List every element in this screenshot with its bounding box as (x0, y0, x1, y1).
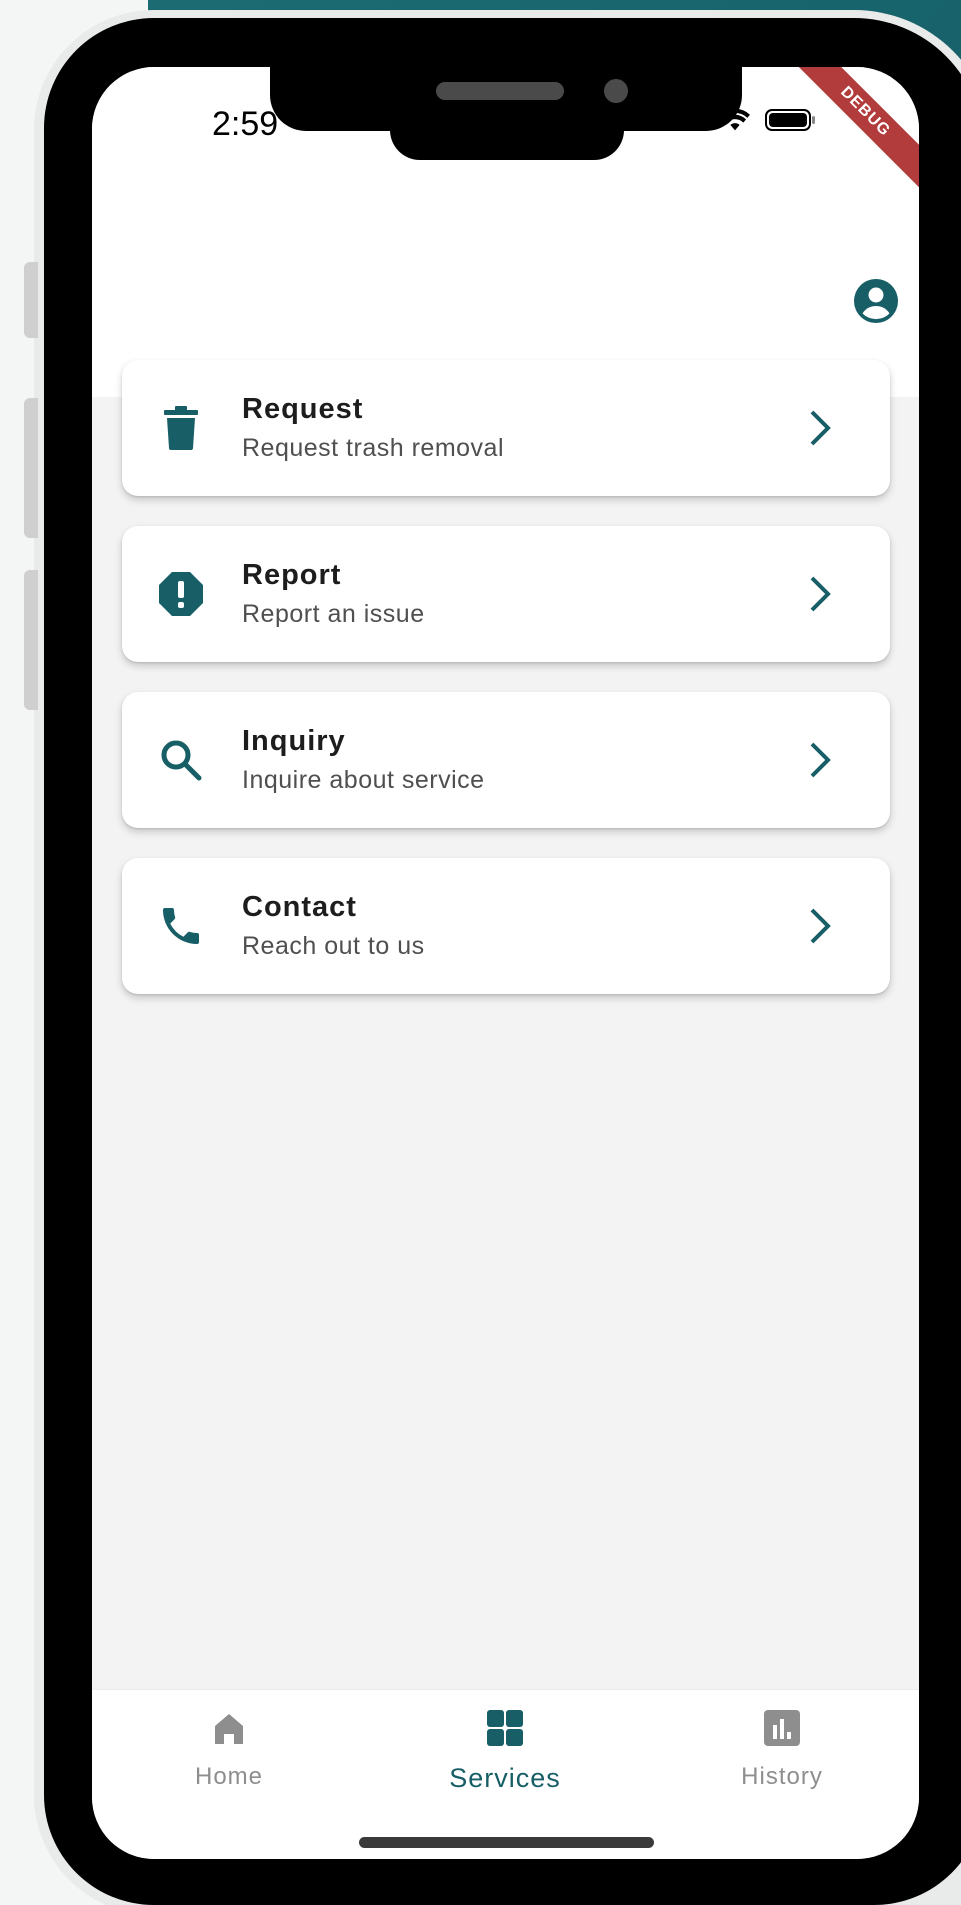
device-volume-down (24, 570, 38, 710)
card-title: Inquiry (242, 725, 346, 757)
service-card-request[interactable]: Request Request trash removal (122, 360, 890, 496)
nav-label-history: History (741, 1763, 823, 1790)
nav-label-home: Home (194, 1763, 264, 1790)
front-camera (604, 79, 628, 103)
alert-octagon-icon (156, 569, 206, 619)
card-title: Report (242, 559, 342, 591)
bottom-navigation: Home Services History (92, 1689, 919, 1859)
nav-item-services[interactable]: Services (405, 1708, 605, 1794)
card-subtitle: Reach out to us (242, 932, 425, 960)
device-mute-switch (24, 262, 38, 338)
service-card-contact[interactable]: Contact Reach out to us (122, 858, 890, 994)
bar-chart-icon (764, 1710, 800, 1746)
card-text: Contact Reach out to us (242, 891, 800, 961)
home-indicator[interactable] (359, 1837, 654, 1848)
nav-item-history[interactable]: History (682, 1708, 882, 1791)
card-text: Inquiry Inquire about service (242, 725, 800, 795)
device-volume-up (24, 398, 38, 538)
grid-icon (487, 1710, 523, 1746)
chevron-right-icon (800, 901, 840, 951)
card-subtitle: Report an issue (242, 600, 425, 628)
nav-item-home[interactable]: Home (129, 1708, 329, 1791)
chevron-right-icon (800, 569, 840, 619)
home-icon (215, 1714, 243, 1744)
phone-icon (156, 901, 206, 951)
card-text: Report Report an issue (242, 559, 800, 629)
chevron-right-icon (800, 403, 840, 453)
account-circle-icon[interactable] (852, 277, 900, 325)
service-card-inquiry[interactable]: Inquiry Inquire about service (122, 692, 890, 828)
phone-screen: 2:59 ···· DEBUG (92, 67, 919, 1859)
service-card-report[interactable]: Report Report an issue (122, 526, 890, 662)
speaker-grille (436, 82, 564, 100)
search-icon (156, 735, 206, 785)
card-subtitle: Inquire about service (242, 766, 485, 794)
services-list: Request Request trash removal Report Rep… (122, 360, 890, 1024)
card-title: Request (242, 393, 364, 425)
battery-icon (765, 109, 816, 131)
chevron-right-icon (800, 735, 840, 785)
trash-icon (156, 403, 206, 453)
card-text: Request Request trash removal (242, 393, 800, 463)
card-title: Contact (242, 891, 357, 923)
card-subtitle: Request trash removal (242, 434, 505, 462)
status-time: 2:59 (212, 105, 279, 143)
nav-label-services: Services (449, 1763, 561, 1793)
device-notch-lower (390, 100, 624, 160)
